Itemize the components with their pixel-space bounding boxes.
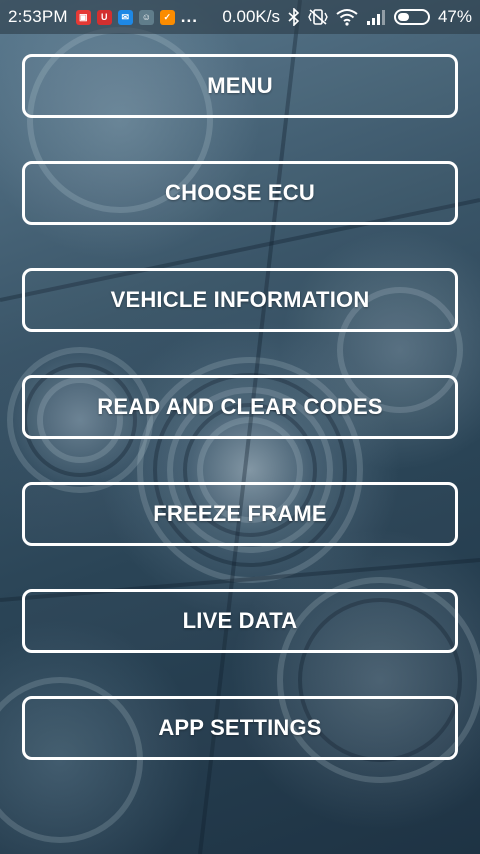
battery-level (397, 13, 409, 21)
vibrate-mute-icon (308, 9, 328, 25)
status-bar: 2:53PM ▣ U ✉ ☺ ✓ ... 0.00K/s 47% (0, 0, 480, 34)
red-app-icon: ▣ (75, 9, 91, 25)
choose-ecu-button[interactable]: CHOOSE ECU (22, 161, 458, 225)
notification-icons: ▣ U ✉ ☺ ✓ (75, 9, 175, 25)
freeze-frame-button[interactable]: FREEZE FRAME (22, 482, 458, 546)
battery-percent: 47% (437, 7, 472, 26)
status-time: 2:53PM (8, 7, 68, 26)
menu-button[interactable]: MENU (22, 54, 458, 118)
main-menu: MENU CHOOSE ECU VEHICLE INFORMATION READ… (22, 54, 458, 803)
orange-app-icon: ✓ (159, 9, 175, 25)
gray-app-icon: ☺ (138, 9, 154, 25)
vehicle-information-button[interactable]: VEHICLE INFORMATION (22, 268, 458, 332)
wifi-icon (336, 9, 358, 26)
more-notifications-icon: ... (180, 7, 198, 26)
red-shield-icon: U (96, 9, 112, 25)
system-status: 0.00K/s 47% (222, 7, 472, 27)
network-speed: 0.00K/s (222, 7, 280, 26)
battery-icon (393, 9, 430, 25)
read-and-clear-codes-button[interactable]: READ AND CLEAR CODES (22, 375, 458, 439)
blue-app-icon: ✉ (117, 9, 133, 25)
app-settings-button[interactable]: APP SETTINGS (22, 696, 458, 760)
signal-icon (366, 10, 385, 25)
live-data-button[interactable]: LIVE DATA (22, 589, 458, 653)
bluetooth-icon (288, 8, 300, 26)
